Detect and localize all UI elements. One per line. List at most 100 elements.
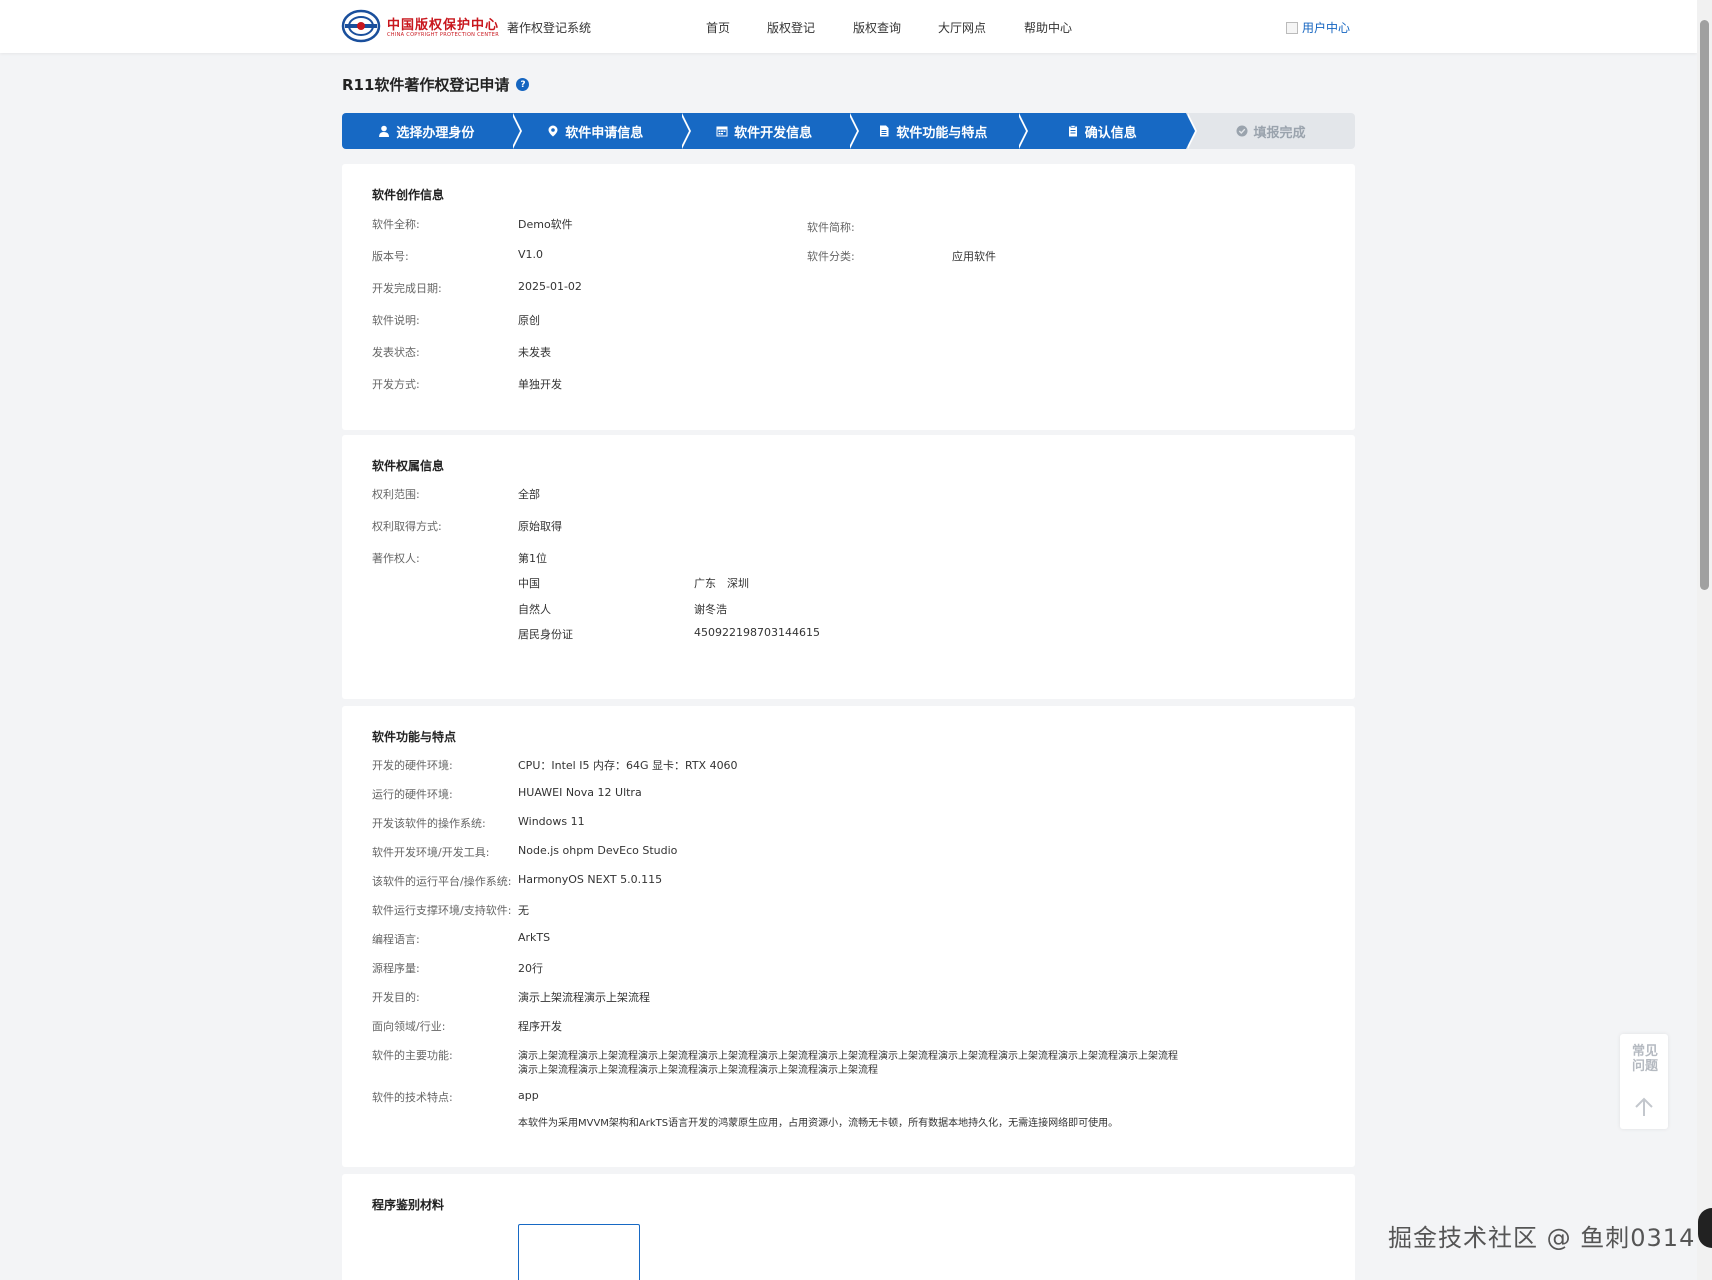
step-features[interactable]: 软件功能与特点	[848, 113, 1029, 149]
owner-label: 著作权人:	[372, 552, 420, 565]
feature-label: 软件开发环境/开发工具:	[372, 846, 490, 859]
clipboard-icon	[1068, 125, 1077, 137]
feature-value: Windows 11	[518, 815, 585, 828]
avatar	[1286, 21, 1298, 34]
feature-label: 该软件的运行平台/操作系统:	[372, 875, 512, 888]
step-complete: 填报完成	[1186, 113, 1355, 149]
full-name-value: Demo软件	[518, 218, 573, 231]
section-title: 程序鉴别材料	[372, 1198, 445, 1212]
feature-value: Node.js ohpm DevEco Studio	[518, 844, 678, 857]
publish-label: 发表状态:	[372, 346, 420, 359]
owner-type: 自然人	[518, 603, 551, 616]
logo-icon[interactable]	[341, 9, 381, 43]
document-icon	[880, 125, 889, 137]
step-application-info[interactable]: 软件申请信息	[510, 113, 691, 149]
short-name-label: 软件简称:	[807, 221, 855, 234]
page-title: R11软件著作权登记申请 ?	[342, 74, 530, 95]
card-creation-info: 软件创作信息 软件全称: Demo软件 软件简称: 版本号: V1.0 软件分类…	[342, 164, 1355, 430]
faq-label: 常见问题	[1632, 1044, 1659, 1074]
feature-label: 源程序量:	[372, 962, 420, 975]
corner-button[interactable]	[1698, 1208, 1712, 1248]
owner-id-number: 450922198703144615	[694, 626, 820, 639]
feature-value: ArkTS	[518, 931, 551, 944]
step-development-info[interactable]: 软件开发信息	[679, 113, 860, 149]
publish-value: 未发表	[518, 346, 551, 359]
method-label: 开发方式:	[372, 378, 420, 391]
scrollbar-thumb[interactable]	[1700, 20, 1709, 590]
step-confirm[interactable]: 确认信息	[1017, 113, 1197, 149]
full-name-label: 软件全称:	[372, 218, 420, 231]
user-center-link[interactable]: 用户中心	[1286, 19, 1350, 36]
feature-label: 运行的硬件环境:	[372, 788, 453, 801]
owner-id-type: 居民身份证	[518, 628, 573, 641]
check-circle-icon	[1236, 125, 1248, 137]
section-title: 软件权属信息	[372, 459, 445, 473]
card-materials: 程序鉴别材料	[342, 1174, 1355, 1280]
date-label: 开发完成日期:	[372, 282, 442, 295]
section-title: 软件创作信息	[372, 188, 445, 202]
version-value: V1.0	[518, 248, 544, 261]
location-icon	[548, 125, 558, 137]
feature-value: 程序开发	[518, 1020, 562, 1033]
scope-value: 全部	[518, 488, 540, 501]
nav-register[interactable]: 版权登记	[767, 19, 815, 36]
feature-label: 面向领域/行业:	[372, 1020, 446, 1033]
material-thumbnail[interactable]	[518, 1224, 640, 1280]
acquire-value: 原始取得	[518, 520, 562, 533]
nav-home[interactable]: 首页	[706, 19, 730, 36]
nav-branches[interactable]: 大厅网点	[938, 19, 986, 36]
step-select-identity[interactable]: 选择办理身份	[342, 113, 522, 149]
version-label: 版本号:	[372, 250, 409, 263]
feature-value: HUAWEI Nova 12 Ultra	[518, 786, 642, 799]
feature-label: 开发的硬件环境:	[372, 759, 453, 772]
page-title-text: R11软件著作权登记申请	[342, 76, 510, 94]
step-label: 软件申请信息	[565, 125, 644, 141]
logo-text: 中国版权保护中心	[387, 18, 500, 33]
feature-value: 演示上架流程演示上架流程	[518, 991, 650, 1004]
card-ownership-info: 软件权属信息 权利范围: 全部 权利取得方式: 原始取得 著作权人: 第1位 中…	[342, 435, 1355, 699]
owner-country: 中国	[518, 577, 540, 590]
step-label: 选择办理身份	[396, 125, 475, 141]
category-label: 软件分类:	[807, 250, 855, 263]
feature-label: 编程语言:	[372, 933, 420, 946]
progress-steps: 选择办理身份 软件申请信息 软件开发信息 软件功能与特点 确认信息 填报完成	[342, 113, 1355, 149]
method-value: 单独开发	[518, 378, 562, 391]
desc-label: 软件说明:	[372, 314, 420, 327]
step-label: 填报完成	[1253, 125, 1306, 141]
step-label: 确认信息	[1084, 125, 1137, 141]
main-function-label: 软件的主要功能:	[372, 1049, 453, 1062]
top-header: 中国版权保护中心 CHINA COPYRIGHT PROTECTION CENT…	[0, 0, 1697, 53]
calendar-icon	[716, 126, 728, 137]
feature-value: 无	[518, 904, 529, 917]
feature-value: HarmonyOS NEXT 5.0.115	[518, 873, 663, 886]
main-function-line: 演示上架流程演示上架流程演示上架流程演示上架流程演示上架流程演示上架流程演示上架…	[518, 1051, 1178, 1062]
watermark: 掘金技术社区 @ 鱼刺0314	[1388, 1224, 1696, 1252]
faq-widget[interactable]: 常见问题	[1620, 1034, 1668, 1129]
logo-subtext: CHINA COPYRIGHT PROTECTION CENTER	[387, 32, 499, 38]
help-icon[interactable]: ?	[516, 78, 530, 91]
system-name: 著作权登记系统	[507, 21, 592, 35]
nav-help[interactable]: 帮助中心	[1024, 19, 1072, 36]
tech-label: 软件的技术特点:	[372, 1091, 453, 1104]
main-function-line: 演示上架流程演示上架流程演示上架流程演示上架流程演示上架流程演示上架流程	[518, 1065, 878, 1076]
nav-query[interactable]: 版权查询	[853, 19, 901, 36]
owner-rank: 第1位	[518, 552, 547, 565]
tech-desc: 本软件为采用MVVM架构和ArkTS语言开发的鸿蒙原生应用，占用资源小，流畅无卡…	[518, 1118, 1119, 1129]
owner-name: 谢冬浩	[694, 603, 727, 616]
section-title: 软件功能与特点	[372, 730, 457, 744]
feature-label: 软件运行支撑环境/支持软件:	[372, 904, 512, 917]
desc-value: 原创	[518, 314, 540, 327]
acquire-label: 权利取得方式:	[372, 520, 442, 533]
scrollbar[interactable]	[1697, 0, 1712, 1280]
owner-region: 广东 深圳	[694, 577, 749, 590]
step-label: 软件功能与特点	[896, 125, 988, 141]
user-center-label: 用户中心	[1302, 21, 1351, 35]
scope-label: 权利范围:	[372, 488, 420, 501]
feature-value: 20行	[518, 962, 543, 975]
step-label: 软件开发信息	[734, 125, 813, 141]
category-value: 应用软件	[952, 250, 996, 263]
back-to-top-icon[interactable]	[1633, 1096, 1655, 1118]
card-features: 软件功能与特点 开发的硬件环境: CPU：Intel I5 内存：64G 显卡：…	[342, 706, 1355, 1167]
date-value: 2025-01-02	[518, 280, 582, 293]
feature-value: CPU：Intel I5 内存：64G 显卡：RTX 4060	[518, 759, 738, 772]
